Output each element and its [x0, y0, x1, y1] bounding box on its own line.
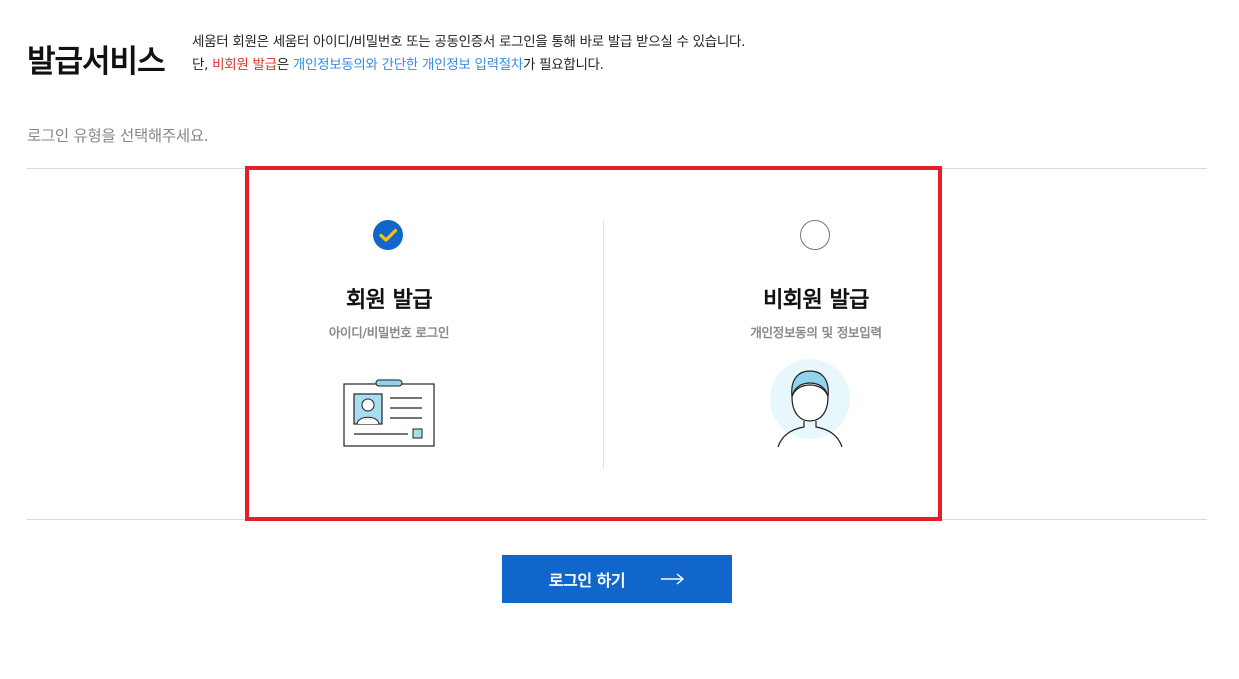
- check-icon: [379, 228, 398, 242]
- non-member-issue-subtitle: 개인정보동의 및 정보입력: [750, 325, 882, 340]
- login-type-prompt: 로그인 유형을 선택해주세요.: [27, 127, 209, 145]
- desc-suffix: 가 필요합니다.: [522, 57, 604, 73]
- member-issue-title: 회원 발급: [345, 288, 433, 313]
- member-issue-subtitle: 아이디/비밀번호 로그인: [328, 325, 450, 340]
- non-member-highlight: 비회원 발급: [212, 57, 277, 73]
- arrow-right-icon: [661, 570, 685, 589]
- desc-mid: 은: [276, 57, 293, 73]
- login-button-label: 로그인 하기: [548, 571, 626, 590]
- privacy-highlight: 개인정보동의와 간단한 개인정보 입력절차: [292, 57, 523, 73]
- non-member-issue-option[interactable]: 비회원 발급 개인정보동의 및 정보입력: [604, 170, 944, 517]
- login-button[interactable]: 로그인 하기: [502, 555, 732, 603]
- non-member-radio[interactable]: [800, 220, 830, 250]
- non-member-issue-title: 비회원 발급: [763, 288, 869, 313]
- member-issue-option[interactable]: 회원 발급 아이디/비밀번호 로그인: [249, 170, 589, 517]
- login-type-selector: 회원 발급 아이디/비밀번호 로그인 비회원 발급 개인정보동의 및 정보입력: [245, 166, 942, 521]
- id-card-icon: [343, 378, 435, 447]
- description-line-1: 세움터 회원은 세움터 아이디/비밀번호 또는 공동인증서 로그인을 통해 바로…: [192, 34, 746, 50]
- page-title: 발급서비스: [27, 44, 166, 80]
- member-radio-checked[interactable]: [373, 220, 403, 250]
- desc-prefix: 단,: [192, 57, 213, 73]
- description-line-2: 단, 비회원 발급은 개인정보동의와 간단한 개인정보 입력절차가 필요합니다.: [192, 54, 745, 77]
- person-icon: [770, 359, 850, 448]
- service-description: 세움터 회원은 세움터 아이디/비밀번호 또는 공동인증서 로그인을 통해 바로…: [192, 31, 745, 77]
